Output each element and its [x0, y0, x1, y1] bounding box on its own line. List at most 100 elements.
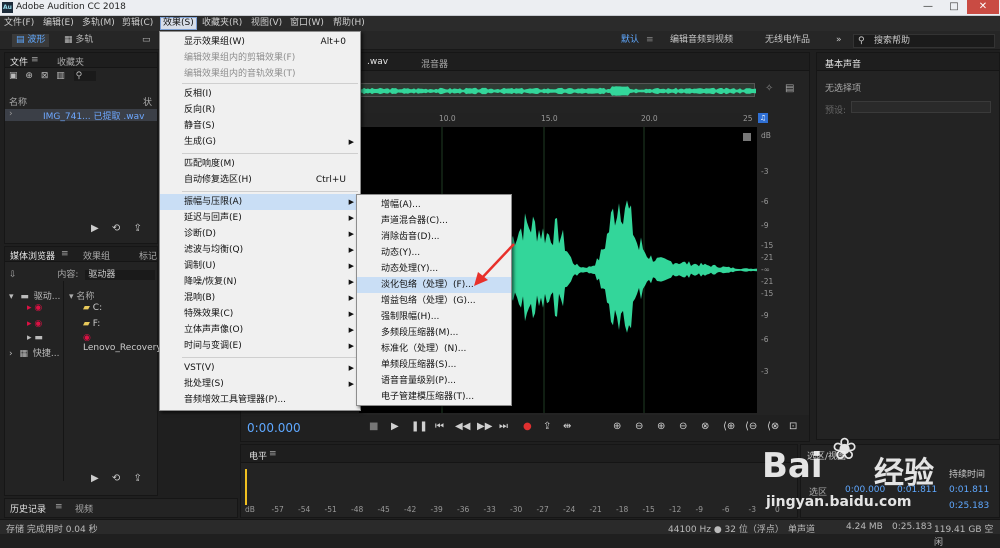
- tab-markers[interactable]: 标记: [139, 249, 157, 262]
- media-column-name[interactable]: ▾ 名称: [69, 289, 94, 302]
- effects-menu-item[interactable]: 编辑效果组内的音轨效果(T): [160, 66, 360, 82]
- minimize-button[interactable]: —: [916, 0, 940, 14]
- workspace-radio[interactable]: 无线电作品: [765, 34, 810, 47]
- effects-menu-item[interactable]: 反相(I): [160, 86, 360, 102]
- zoom-out-point-icon[interactable]: ⟨⊖: [745, 421, 757, 432]
- menu-help[interactable]: 帮助(H): [331, 17, 367, 30]
- menu-multitrack[interactable]: 多轨(M): [80, 17, 117, 30]
- effects-menu-item[interactable]: 匹配响度(M): [160, 156, 360, 172]
- amplitude-submenu-item[interactable]: 增幅(A)...: [357, 197, 511, 213]
- skip-end-icon[interactable]: ⏭: [499, 421, 508, 432]
- media-import-icon[interactable]: ⇩: [9, 270, 17, 280]
- zoom-full-icon[interactable]: ⊗: [701, 421, 709, 432]
- tree-shortcuts[interactable]: › ▦ 快捷...: [9, 346, 59, 359]
- effects-menu-item[interactable]: 自动修复选区(H) Ctrl+U: [160, 172, 360, 188]
- options-icon[interactable]: ▤: [785, 83, 794, 94]
- effects-menu-item[interactable]: 批处理(S) ▶: [160, 376, 360, 392]
- record-icon[interactable]: ●: [523, 421, 532, 432]
- menu-file[interactable]: 文件(F): [2, 17, 36, 30]
- zoom-track-icon[interactable]: ⊡: [789, 421, 797, 432]
- effects-menu-item[interactable]: 编辑效果组内的剪辑效果(F): [160, 50, 360, 66]
- zoom-out-amplitude-icon[interactable]: ⊖: [635, 421, 643, 432]
- effects-menu-item[interactable]: 时间与变调(E) ▶: [160, 338, 360, 354]
- effects-menu-item[interactable]: 立体声声像(O) ▶: [160, 322, 360, 338]
- tree-drive-c-icon[interactable]: ▸ ◉: [27, 303, 42, 313]
- loop-icon[interactable]: ⇪: [543, 421, 551, 432]
- tab-effects-rack[interactable]: 效果组: [83, 249, 110, 262]
- tab-files[interactable]: 文件: [10, 55, 28, 68]
- amplitude-submenu-item[interactable]: 增益包络（处理）(G)...: [357, 293, 511, 309]
- panel-menu-icon[interactable]: ≡: [55, 502, 63, 512]
- corner-zoom-icon[interactable]: [743, 133, 751, 141]
- workspace-edit-video[interactable]: 编辑音频到视频: [670, 34, 733, 47]
- zoom-in-point-icon[interactable]: ⟨⊕: [723, 421, 735, 432]
- preset-dropdown[interactable]: [851, 101, 991, 113]
- panel-menu-icon[interactable]: ≡: [269, 449, 277, 459]
- panel-menu-icon[interactable]: ≡: [61, 249, 69, 259]
- zoom-star-icon[interactable]: ✧: [765, 83, 773, 94]
- play-icon[interactable]: ▶: [391, 421, 399, 432]
- amplitude-submenu-item[interactable]: 语音音量级别(P)...: [357, 373, 511, 389]
- workspace-more-icon[interactable]: »: [836, 34, 842, 47]
- export-icon[interactable]: ⇪: [133, 473, 141, 484]
- import-icon[interactable]: ⊕: [25, 71, 33, 81]
- headphone-icon[interactable]: ♫: [758, 113, 768, 123]
- stop-icon[interactable]: ■: [369, 421, 378, 432]
- amplitude-submenu-item[interactable]: 多频段压缩器(M)...: [357, 325, 511, 341]
- effects-menu-item[interactable]: 滤波与均衡(Q) ▶: [160, 242, 360, 258]
- play-icon[interactable]: ▶: [91, 473, 99, 484]
- zoom-in-amplitude-icon[interactable]: ⊕: [613, 421, 621, 432]
- amplitude-submenu-item[interactable]: 电子管建模压缩器(T)...: [357, 389, 511, 405]
- loop-icon[interactable]: ⟲: [112, 223, 120, 234]
- media-item-recovery[interactable]: ◉ Lenovo_Recovery: [83, 333, 162, 353]
- tree-drive-icon[interactable]: ▸ ▬: [27, 333, 43, 343]
- tab-mixer[interactable]: 混音器: [421, 57, 448, 70]
- close-button[interactable]: ✕: [967, 0, 999, 14]
- panel-menu-icon[interactable]: ≡: [31, 55, 39, 65]
- loop-icon[interactable]: ⟲: [112, 473, 120, 484]
- multitrack-view-button[interactable]: ▦ 多轨: [60, 34, 97, 47]
- effects-menu-item[interactable]: VST(V) ▶: [160, 360, 360, 376]
- amplitude-submenu-item[interactable]: 单频段压缩器(S)...: [357, 357, 511, 373]
- level-title[interactable]: 电平: [249, 449, 267, 462]
- zoom-out-time-icon[interactable]: ⊖: [679, 421, 687, 432]
- zoom-selection-icon[interactable]: ⟨⊗: [767, 421, 779, 432]
- trash-icon[interactable]: ▥: [56, 71, 65, 81]
- effects-menu-item[interactable]: 振幅与压限(A) ▶: [160, 194, 360, 210]
- pause-icon[interactable]: ❚❚: [411, 421, 428, 432]
- menu-clip[interactable]: 剪辑(C): [120, 17, 155, 30]
- menu-window[interactable]: 窗口(W): [288, 17, 326, 30]
- media-item-f[interactable]: ▰ F:: [83, 319, 100, 329]
- skip-selection-icon[interactable]: ⇹: [563, 421, 571, 432]
- overview-bar[interactable]: [359, 83, 756, 97]
- skip-start-icon[interactable]: ⏮: [435, 421, 444, 432]
- tree-root[interactable]: ▾ ▬ 驱动...: [9, 289, 60, 302]
- effects-menu-item[interactable]: 调制(U) ▶: [160, 258, 360, 274]
- search-help-input[interactable]: ⚲ 搜索帮助: [853, 34, 995, 48]
- tab-favorites[interactable]: 收藏夹: [57, 55, 84, 68]
- effects-menu-item[interactable]: 静音(S): [160, 118, 360, 134]
- menu-favorites[interactable]: 收藏夹(R): [200, 17, 244, 30]
- tree-expand-icon[interactable]: ›: [9, 349, 13, 359]
- media-item-c[interactable]: ▰ C:: [83, 303, 102, 313]
- zoom-in-time-icon[interactable]: ⊕: [657, 421, 665, 432]
- file-row[interactable]: › IMG_741... 已提取 .wav: [5, 109, 157, 122]
- tab-history[interactable]: 历史记录: [10, 502, 46, 515]
- tree-drive-f-icon[interactable]: ▸ ◉: [27, 319, 42, 329]
- fast-forward-icon[interactable]: ▶▶: [477, 421, 492, 432]
- files-search-icon[interactable]: ⚲: [73, 71, 97, 81]
- toolbar-tool-icon[interactable]: ▭: [138, 34, 155, 47]
- current-time[interactable]: 0:00.000: [247, 421, 301, 435]
- tab-editor-file[interactable]: .wav: [367, 57, 388, 67]
- maximize-button[interactable]: □: [942, 0, 966, 14]
- tab-media-browser[interactable]: 媒体浏览器: [10, 249, 55, 262]
- effects-menu-item[interactable]: 降噪/恢复(N) ▶: [160, 274, 360, 290]
- open-file-icon[interactable]: ▣: [9, 71, 18, 81]
- content-dropdown[interactable]: 驱动器: [85, 270, 156, 280]
- waveform-view-button[interactable]: ▤ 波形: [12, 34, 50, 47]
- tab-video[interactable]: 视频: [75, 502, 93, 515]
- effects-menu-item[interactable]: 反向(R): [160, 102, 360, 118]
- time-ruler[interactable]: 10.0 15.0 20.0 25: [359, 113, 755, 125]
- effects-menu-item[interactable]: 显示效果组(W) Alt+0: [160, 34, 360, 50]
- menu-view[interactable]: 视图(V): [249, 17, 284, 30]
